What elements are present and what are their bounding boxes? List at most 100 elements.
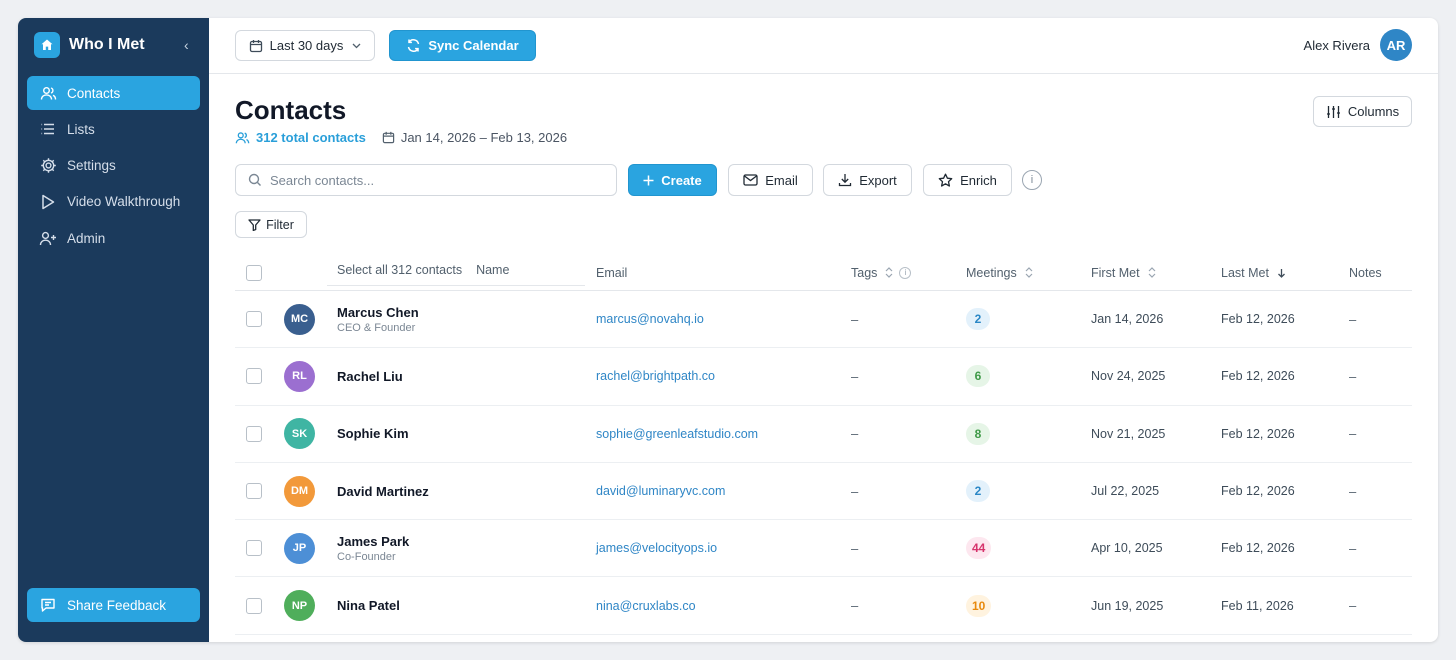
contact-email[interactable]: david@luminaryvc.com bbox=[596, 484, 725, 498]
sort-desc-icon[interactable] bbox=[1277, 268, 1286, 278]
contact-notes: – bbox=[1349, 540, 1357, 556]
column-header-notes[interactable]: Notes bbox=[1349, 266, 1382, 280]
export-label: Export bbox=[859, 172, 897, 188]
table-row[interactable]: JP James Park Co-Founder james@velocityo… bbox=[235, 520, 1412, 578]
contact-name[interactable]: David Martinez bbox=[337, 484, 429, 499]
enrich-button[interactable]: Enrich bbox=[923, 164, 1012, 196]
meetings-badge: 2 bbox=[966, 480, 990, 503]
row-checkbox[interactable] bbox=[246, 368, 262, 385]
create-label: Create bbox=[661, 172, 702, 188]
first-met-date: Nov 24, 2025 bbox=[1091, 369, 1166, 384]
date-range-text: Jan 14, 2026 – Feb 13, 2026 bbox=[400, 130, 568, 145]
column-header-email[interactable]: Email bbox=[596, 266, 627, 280]
users-icon bbox=[39, 84, 57, 102]
sort-icon[interactable] bbox=[885, 267, 893, 278]
contact-name-block[interactable]: David Martinez bbox=[337, 484, 429, 499]
contact-notes: – bbox=[1349, 483, 1357, 499]
sidebar-nav: Contacts Lists Settings Video Walkthroug… bbox=[27, 76, 200, 257]
meetings-badge: 44 bbox=[966, 537, 992, 560]
row-checkbox[interactable] bbox=[246, 311, 262, 328]
last-met-date: Feb 12, 2026 bbox=[1221, 426, 1295, 441]
export-button[interactable]: Export bbox=[823, 164, 912, 196]
date-range-dropdown[interactable]: Last 30 days bbox=[235, 30, 375, 61]
last-met-date: Feb 12, 2026 bbox=[1221, 541, 1295, 556]
row-checkbox[interactable] bbox=[246, 540, 262, 557]
select-all-label[interactable]: Select all 312 contacts bbox=[337, 263, 462, 277]
contact-tags: – bbox=[851, 426, 859, 442]
last-met-date: Feb 12, 2026 bbox=[1221, 484, 1295, 499]
sync-calendar-button[interactable]: Sync Calendar bbox=[389, 30, 536, 61]
table-header: Select all 312 contacts Name Email Tags … bbox=[235, 254, 1412, 291]
date-range-display: Jan 14, 2026 – Feb 13, 2026 bbox=[382, 130, 567, 145]
sidebar-item-lists[interactable]: Lists bbox=[27, 112, 200, 146]
last-met-date: Feb 12, 2026 bbox=[1221, 312, 1295, 327]
contact-email[interactable]: rachel@brightpath.co bbox=[596, 369, 715, 383]
table-row[interactable]: SK Sophie Kim sophie@greenleafstudio.com… bbox=[235, 406, 1412, 463]
collapse-sidebar-button[interactable]: ‹ bbox=[184, 36, 189, 54]
search-input[interactable] bbox=[270, 172, 590, 188]
row-checkbox[interactable] bbox=[246, 483, 262, 500]
meetings-badge: 2 bbox=[966, 308, 990, 331]
avatar: SK bbox=[284, 418, 315, 450]
user-name: Alex Rivera bbox=[1303, 37, 1370, 53]
contact-name-block[interactable]: James Park Co-Founder bbox=[337, 534, 409, 563]
select-all-checkbox[interactable] bbox=[246, 264, 262, 281]
column-header-name[interactable]: Name bbox=[476, 263, 509, 277]
sort-icon[interactable] bbox=[1025, 267, 1033, 278]
avatar: MC bbox=[284, 303, 315, 335]
table-row[interactable]: MC Marcus Chen CEO & Founder marcus@nova… bbox=[235, 291, 1412, 349]
sidebar-item-contacts[interactable]: Contacts bbox=[27, 76, 200, 110]
last-met-date: Feb 11, 2026 bbox=[1221, 598, 1294, 613]
email-button[interactable]: Email bbox=[728, 164, 813, 196]
app-name: Who I Met bbox=[69, 36, 145, 53]
contact-name[interactable]: Nina Patel bbox=[337, 598, 400, 613]
contact-name-block[interactable]: Rachel Liu bbox=[337, 369, 403, 384]
avatar[interactable]: AR bbox=[1380, 29, 1412, 61]
download-icon bbox=[838, 173, 852, 187]
contact-name-block[interactable]: Sophie Kim bbox=[337, 426, 409, 441]
contact-name[interactable]: Rachel Liu bbox=[337, 369, 403, 384]
column-header-first-met[interactable]: First Met bbox=[1091, 266, 1140, 280]
table-row[interactable]: RL Rachel Liu rachel@brightpath.co – 6 N… bbox=[235, 348, 1412, 406]
sort-icon[interactable] bbox=[1148, 267, 1156, 278]
app-window: Who I Met ‹ Contacts Lists Settings Vide… bbox=[18, 18, 1438, 642]
sidebar-item-label: Contacts bbox=[67, 85, 121, 101]
tags-info-icon[interactable]: i bbox=[899, 266, 912, 279]
columns-button[interactable]: Columns bbox=[1313, 96, 1412, 127]
sidebar-item-video-walkthrough[interactable]: Video Walkthrough bbox=[27, 185, 200, 219]
create-button[interactable]: Create bbox=[628, 164, 717, 196]
share-feedback-button[interactable]: Share Feedback bbox=[27, 588, 200, 622]
filter-icon bbox=[248, 218, 261, 231]
contact-email[interactable]: marcus@novahq.io bbox=[596, 312, 704, 326]
info-icon[interactable]: i bbox=[1022, 170, 1042, 190]
contact-email[interactable]: james@velocityops.io bbox=[596, 541, 717, 555]
sidebar-item-settings[interactable]: Settings bbox=[27, 149, 200, 183]
meetings-badge: 10 bbox=[966, 594, 992, 617]
table-row[interactable]: DM David Martinez david@luminaryvc.com –… bbox=[235, 463, 1412, 521]
sidebar-item-admin[interactable]: Admin bbox=[27, 221, 200, 255]
contact-name[interactable]: Sophie Kim bbox=[337, 426, 409, 441]
brand[interactable]: Who I Met bbox=[34, 32, 145, 58]
column-header-meetings[interactable]: Meetings bbox=[966, 266, 1017, 280]
contact-name[interactable]: James Park bbox=[337, 534, 409, 549]
user-menu[interactable]: Alex Rivera AR bbox=[1304, 29, 1412, 61]
contact-name-block[interactable]: Nina Patel bbox=[337, 598, 400, 613]
sidebar: Who I Met ‹ Contacts Lists Settings Vide… bbox=[18, 18, 209, 642]
row-checkbox[interactable] bbox=[246, 597, 262, 614]
contact-email[interactable]: sophie@greenleafstudio.com bbox=[596, 427, 758, 441]
search-box[interactable] bbox=[235, 164, 617, 196]
filter-button[interactable]: Filter bbox=[235, 211, 307, 238]
meetings-badge: 8 bbox=[966, 422, 990, 445]
column-header-tags[interactable]: Tags bbox=[851, 266, 877, 280]
contact-tags: – bbox=[851, 540, 859, 556]
calendar-icon bbox=[382, 131, 395, 144]
column-header-last-met[interactable]: Last Met bbox=[1221, 266, 1269, 280]
contact-name-block[interactable]: Marcus Chen CEO & Founder bbox=[337, 305, 419, 334]
contact-tags: – bbox=[851, 483, 859, 499]
avatar: DM bbox=[284, 475, 315, 507]
contact-name[interactable]: Marcus Chen bbox=[337, 305, 419, 320]
row-checkbox[interactable] bbox=[246, 425, 262, 442]
contact-email[interactable]: nina@cruxlabs.co bbox=[596, 599, 696, 613]
table-row[interactable]: NP Nina Patel nina@cruxlabs.co – 10 Jun … bbox=[235, 577, 1412, 635]
plus-icon bbox=[643, 175, 654, 186]
